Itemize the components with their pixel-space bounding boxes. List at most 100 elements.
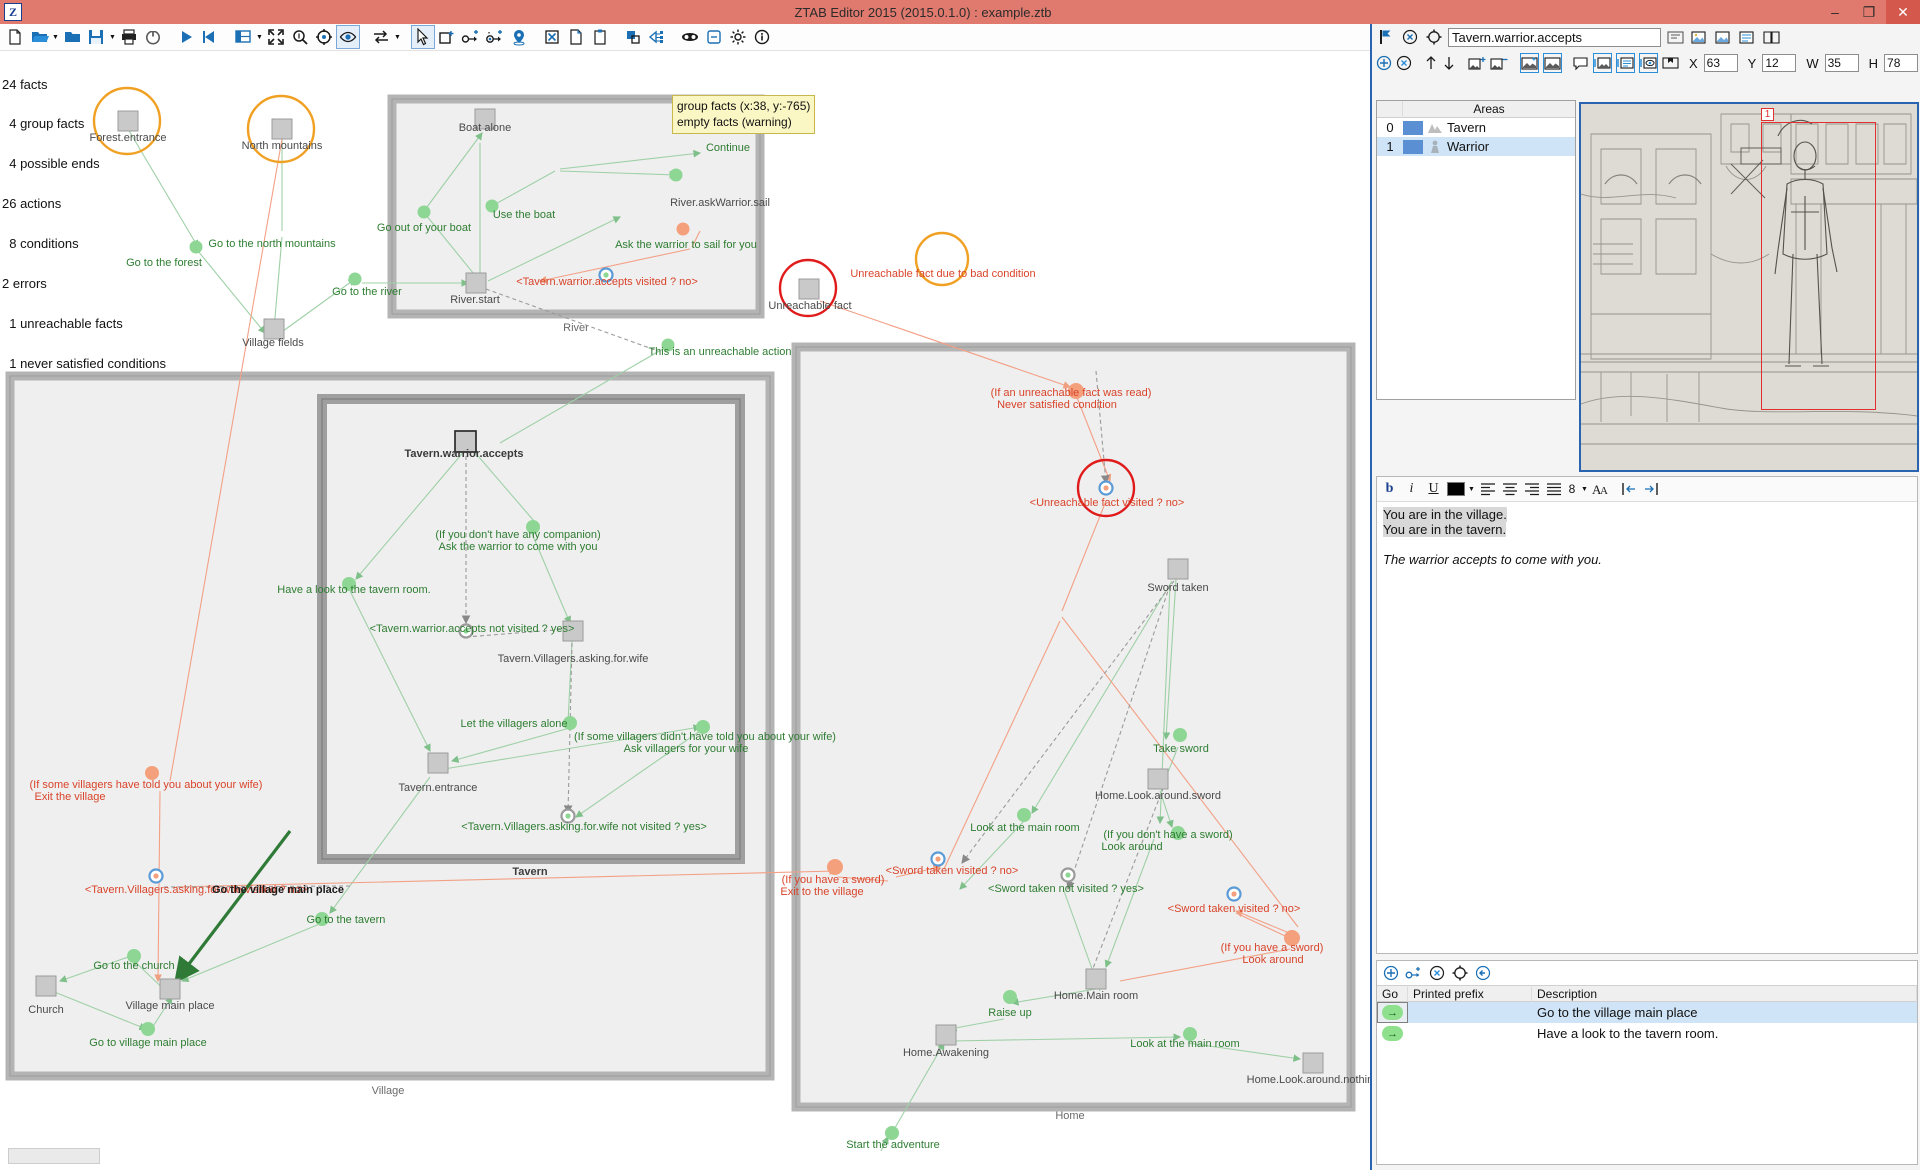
maximize-button[interactable]: ❐ [1852, 0, 1886, 24]
canvas-horizontal-scrollbar[interactable] [8, 1148, 100, 1164]
remove-icon[interactable] [1427, 963, 1447, 983]
print-icon[interactable] [117, 25, 141, 49]
italic-button[interactable]: i [1401, 479, 1422, 500]
swap-icon[interactable] [369, 25, 393, 49]
layout-dropdown-caret[interactable]: ▼ [255, 25, 264, 49]
target-icon[interactable] [1424, 27, 1444, 47]
move-up-icon[interactable] [1424, 53, 1438, 73]
step-back-icon[interactable] [198, 25, 222, 49]
font-icon[interactable]: AA [1590, 479, 1611, 500]
go-button[interactable]: → [1382, 1026, 1403, 1041]
mask-icon[interactable] [678, 25, 702, 49]
text-color-button[interactable] [1445, 479, 1466, 500]
info-icon[interactable] [750, 25, 774, 49]
font-size-dropdown-caret[interactable]: ▼ [1580, 479, 1589, 500]
add-icon[interactable] [1376, 53, 1392, 73]
save-dropdown-caret[interactable]: ▼ [108, 25, 117, 49]
copy-icon[interactable] [564, 25, 588, 49]
eye-list-icon[interactable] [1639, 53, 1658, 73]
fullscreen-icon[interactable] [264, 25, 288, 49]
flag-icon[interactable] [1376, 27, 1396, 47]
group-icon[interactable] [621, 25, 645, 49]
image-preview[interactable]: 1 [1579, 102, 1919, 472]
areas-table-row[interactable]: 1 Warrior [1377, 137, 1575, 156]
delete-icon[interactable] [540, 25, 564, 49]
add-condition-icon[interactable] [483, 25, 507, 49]
table-row[interactable]: → Go to the village main place [1377, 1002, 1917, 1023]
area-color-swatch[interactable] [1403, 120, 1423, 135]
paste-icon[interactable] [588, 25, 612, 49]
play-icon[interactable] [174, 25, 198, 49]
description-cell[interactable]: Go to the village main place [1532, 1005, 1917, 1020]
w-input[interactable] [1824, 54, 1859, 72]
add-action-icon[interactable] [459, 25, 483, 49]
go-cell[interactable]: → [1377, 1026, 1408, 1041]
swap-dropdown-caret[interactable]: ▼ [393, 25, 402, 49]
align-center-icon[interactable] [1499, 479, 1520, 500]
area-color-swatch[interactable] [1403, 139, 1423, 154]
text-editor[interactable]: b i U ▼ 8 ▼ AA You are in the village. Y… [1376, 476, 1918, 954]
area-tavern[interactable]: Tavern [317, 394, 745, 878]
move-down-icon[interactable] [1442, 53, 1456, 73]
add-icon[interactable] [1381, 963, 1401, 983]
text-list-icon[interactable] [1616, 53, 1635, 73]
minimize-button[interactable]: – [1818, 0, 1852, 24]
go-button[interactable]: → [1382, 1005, 1403, 1020]
img-list-icon[interactable] [1593, 53, 1612, 73]
zoom-icon[interactable] [288, 25, 312, 49]
column-header-printed-prefix[interactable]: Printed prefix [1408, 985, 1532, 1002]
image-a-icon[interactable] [1520, 53, 1539, 73]
h-input[interactable] [1884, 54, 1919, 72]
open-folder-icon[interactable] [27, 25, 51, 49]
book-icon[interactable] [1761, 27, 1781, 47]
target-icon[interactable] [312, 25, 336, 49]
new-file-icon[interactable] [3, 25, 27, 49]
folder-icon[interactable] [60, 25, 84, 49]
settings-icon[interactable] [726, 25, 750, 49]
copy-image-icon[interactable] [1689, 27, 1709, 47]
remove-icon[interactable] [1396, 53, 1412, 73]
add-image-icon[interactable] [1468, 53, 1486, 73]
add-node-icon[interactable] [435, 25, 459, 49]
add-marker-icon[interactable] [507, 25, 531, 49]
bookmark-icon[interactable] [1662, 53, 1679, 73]
table-row[interactable]: → Have a look to the tavern room. [1377, 1023, 1917, 1044]
areas-table[interactable]: Areas 0 Tavern 1 Warrior [1376, 100, 1576, 400]
align-justify-icon[interactable] [1543, 479, 1564, 500]
image-b-icon[interactable] [1543, 53, 1562, 73]
area-home[interactable]: Home [791, 342, 1356, 1122]
distribute-icon[interactable] [645, 25, 669, 49]
save-icon[interactable] [84, 25, 108, 49]
y-input[interactable] [1762, 54, 1797, 72]
go-cell[interactable]: → [1377, 1002, 1408, 1023]
target-icon[interactable] [1450, 963, 1470, 983]
paste-image-icon[interactable] [1737, 27, 1757, 47]
back-icon[interactable] [1473, 963, 1493, 983]
column-header-description[interactable]: Description [1532, 985, 1917, 1002]
areas-table-row[interactable]: 0 Tavern [1377, 118, 1575, 137]
column-header-go[interactable]: Go [1377, 985, 1408, 1002]
close-button[interactable]: ✕ [1886, 0, 1920, 24]
preview-selection-box[interactable] [1761, 122, 1876, 410]
rename-icon[interactable] [1665, 27, 1685, 47]
remove-image-icon[interactable] [1490, 53, 1508, 73]
layout-icon[interactable] [231, 25, 255, 49]
fact-name-input[interactable] [1448, 27, 1661, 47]
indent-icon[interactable] [1618, 479, 1639, 500]
area-river[interactable]: River [387, 94, 765, 334]
text-editor-body[interactable]: You are in the village. You are in the t… [1377, 502, 1917, 574]
underline-button[interactable]: U [1423, 479, 1444, 500]
power-icon[interactable] [141, 25, 165, 49]
actions-table-panel[interactable]: Go Printed prefix Description → Go to th… [1376, 960, 1918, 1165]
align-right-icon[interactable] [1521, 479, 1542, 500]
duplicate-image-icon[interactable] [1713, 27, 1733, 47]
open-folder-dropdown-caret[interactable]: ▼ [51, 25, 60, 49]
graph-canvas[interactable]: River Village Tavern Home Forest.entranc… [0, 51, 1370, 1151]
cancel-icon[interactable] [1400, 27, 1420, 47]
outdent-icon[interactable] [1640, 479, 1661, 500]
bold-button[interactable]: b [1379, 479, 1400, 500]
x-input[interactable] [1703, 54, 1738, 72]
text-color-dropdown-caret[interactable]: ▼ [1467, 479, 1476, 500]
font-size-value[interactable]: 8 [1565, 482, 1579, 496]
description-cell[interactable]: Have a look to the tavern room. [1532, 1026, 1917, 1041]
